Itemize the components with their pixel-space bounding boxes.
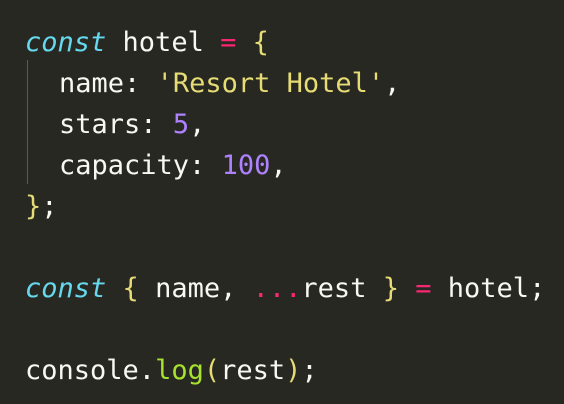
semicolon: ; [529,273,546,304]
colon: : [140,109,157,140]
keyword-const: const [25,273,107,304]
identifier-name: name [155,273,221,304]
string-literal: 'Resort Hotel' [156,68,385,99]
code-line-7: const { name, ...rest } = hotel; [25,268,564,309]
semicolon: ; [301,355,318,386]
identifier-rest: rest [301,273,367,304]
colon: : [189,150,206,181]
close-brace: } [25,191,42,222]
dot: . [138,355,156,386]
close-paren: ) [285,355,302,386]
identifier-hotel: hotel [447,273,530,304]
open-paren: ( [203,355,221,386]
code-editor[interactable]: const hotel = { name: 'Resort Hotel', st… [0,0,564,404]
code-line-1: const hotel = { [25,22,564,63]
spread-operator: ... [252,273,302,304]
code-line-9: console.log(rest); [25,350,564,391]
open-brace: { [122,273,139,304]
code-line-3: stars: 5, [25,104,564,145]
method-log: log [155,355,204,386]
code-line-6-blank [25,227,564,268]
property-key: capacity [59,150,190,181]
close-brace: } [382,273,399,304]
colon: : [124,68,141,99]
code-line-4: capacity: 100, [25,145,564,186]
comma: , [189,109,206,140]
code-line-8-blank [25,309,564,350]
property-key: name [59,68,125,99]
assign-operator: = [220,27,237,58]
comma: , [220,273,237,304]
code-line-5: }; [25,186,564,227]
keyword-const: const [25,27,107,58]
semicolon: ; [41,191,58,222]
comma: , [384,68,401,99]
identifier-console: console [25,355,139,386]
number-literal: 5 [172,109,190,140]
code-line-2: name: 'Resort Hotel', [25,63,564,104]
property-key: stars [59,109,141,140]
open-brace: { [252,27,269,58]
indent-guide [27,60,28,184]
identifier-hotel: hotel [122,27,204,58]
comma: , [270,150,287,181]
identifier-rest: rest [220,355,286,386]
assign-operator: = [415,273,432,304]
number-literal: 100 [221,150,271,181]
